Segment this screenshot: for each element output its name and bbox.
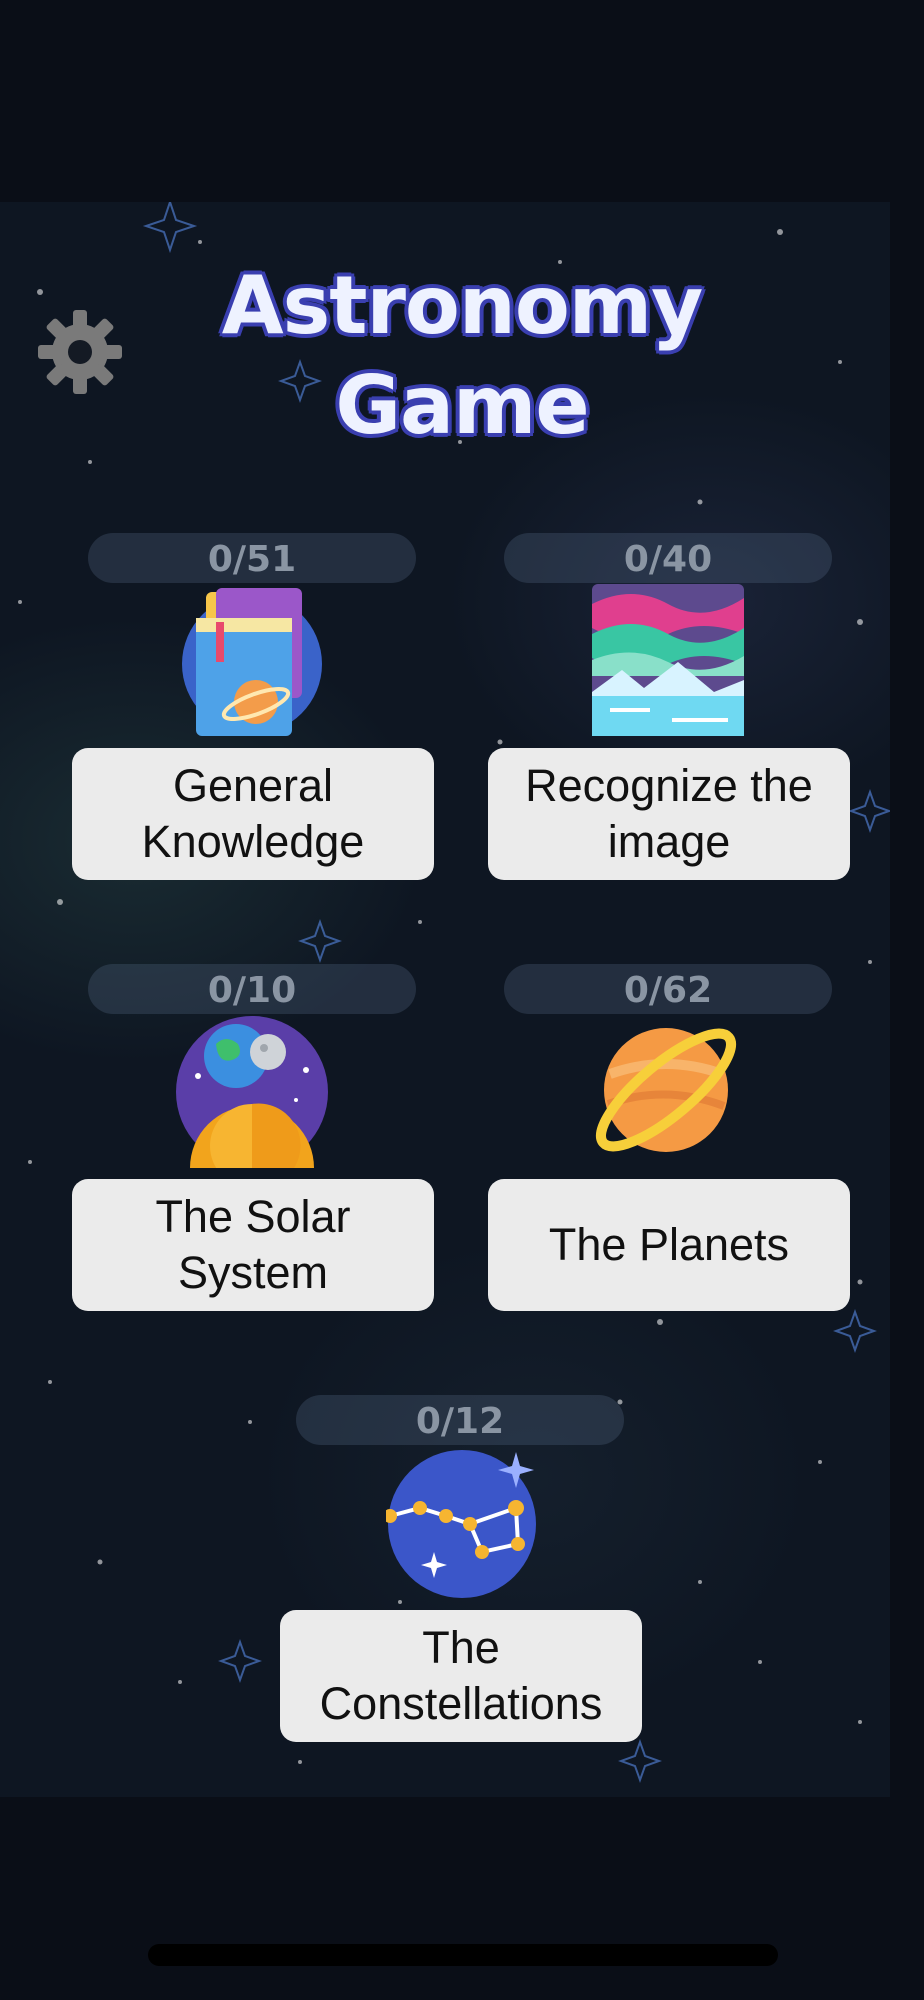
card-label: The — [422, 1622, 500, 1673]
game-title-line2: Game — [335, 359, 589, 452]
progress-solar-system: 0/10 — [88, 964, 416, 1014]
progress-general-knowledge: 0/51 — [88, 533, 416, 583]
card-label: Recognize the — [525, 760, 813, 811]
solar-system-icon — [176, 1016, 328, 1168]
constellations-button[interactable]: The Constellations — [280, 1610, 642, 1742]
solar-system-button[interactable]: The Solar System — [72, 1179, 434, 1311]
planet-icon — [595, 1028, 737, 1152]
card-label: The Planets — [548, 1219, 790, 1270]
progress-planets: 0/62 — [504, 964, 832, 1014]
aurora-image-icon — [592, 584, 744, 736]
card-label: Knowledge — [141, 816, 365, 867]
books-icon — [182, 588, 322, 736]
progress-constellations: 0/12 — [296, 1395, 624, 1445]
card-label: Constellations — [319, 1678, 603, 1729]
card-label: System — [177, 1247, 328, 1298]
card-label: image — [607, 816, 731, 867]
home-indicator[interactable] — [148, 1944, 778, 1966]
general-knowledge-button[interactable]: General Knowledge — [72, 748, 434, 880]
card-label: General — [172, 760, 334, 811]
constellation-icon — [386, 1450, 536, 1598]
game-title: Astronomy — [221, 259, 704, 352]
card-label: The Solar — [155, 1191, 351, 1242]
recognize-image-button[interactable]: Recognize the image — [488, 748, 850, 880]
progress-recognize-image: 0/40 — [504, 533, 832, 583]
planets-button[interactable]: The Planets — [488, 1179, 850, 1311]
